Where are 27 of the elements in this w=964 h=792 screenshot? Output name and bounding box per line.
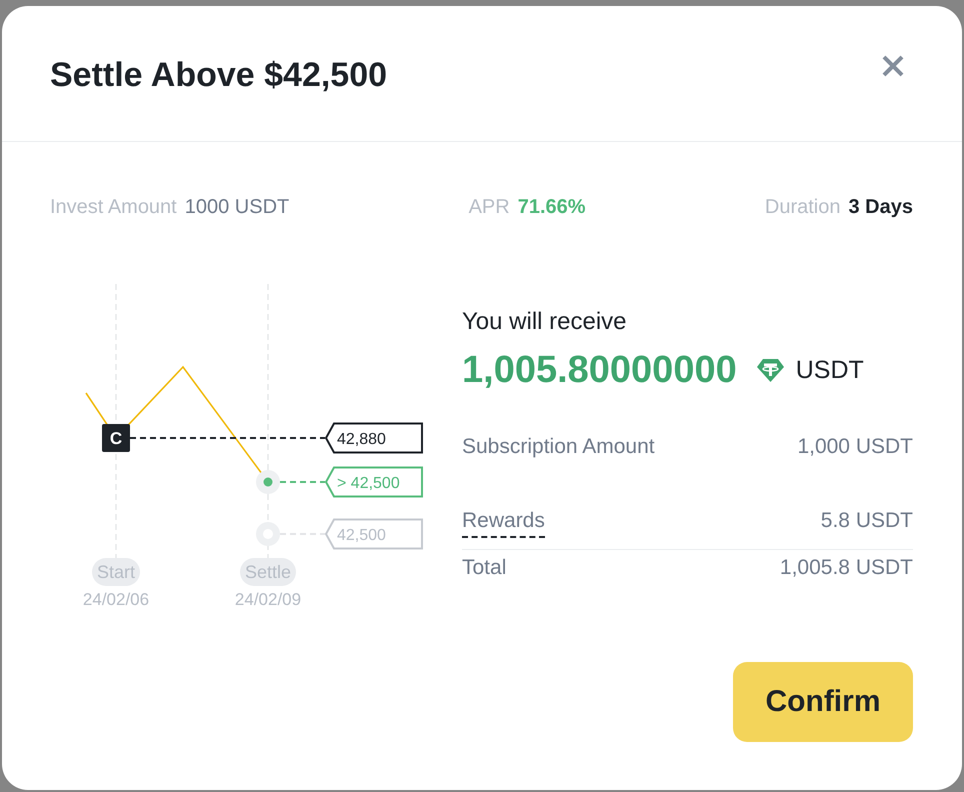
stat-label: APR — [468, 195, 510, 220]
close-icon — [881, 54, 905, 78]
dialog-title: Settle Above $42,500 — [50, 55, 388, 95]
summary-label: Total — [462, 555, 506, 581]
stat-value: 71.66% — [518, 195, 586, 220]
stat-label: Invest Amount — [50, 195, 177, 220]
summary-value: 5.8 USDT — [820, 508, 913, 534]
stat-label: Duration — [764, 195, 840, 220]
price-tag: > 42,500 — [324, 466, 423, 498]
stat-value: 1000 USDT — [184, 195, 290, 220]
currency-label: USDT — [796, 356, 864, 384]
confirm-button[interactable]: Confirm — [733, 662, 913, 742]
price-tag: 42,500 — [324, 518, 423, 550]
stat-value: 3 Days — [848, 195, 913, 220]
close-button[interactable] — [881, 54, 905, 78]
receive-amount: 1,005.80000000 — [462, 348, 737, 392]
summary-value: 1,005.8 USDT — [780, 555, 913, 581]
token-icon — [756, 358, 784, 382]
receive-heading: You will receive — [462, 307, 628, 337]
summary-label: Rewards — [462, 507, 545, 538]
current-price-marker: C — [102, 424, 130, 452]
date-label: 24/02/09 — [234, 589, 302, 611]
leader-line — [280, 481, 325, 483]
summary-value: 1,000 USDT — [797, 434, 913, 460]
summary-label: Subscription Amount — [462, 434, 655, 460]
date-label: 24/02/06 — [82, 589, 150, 611]
price-tag: 42,880 — [324, 422, 423, 454]
